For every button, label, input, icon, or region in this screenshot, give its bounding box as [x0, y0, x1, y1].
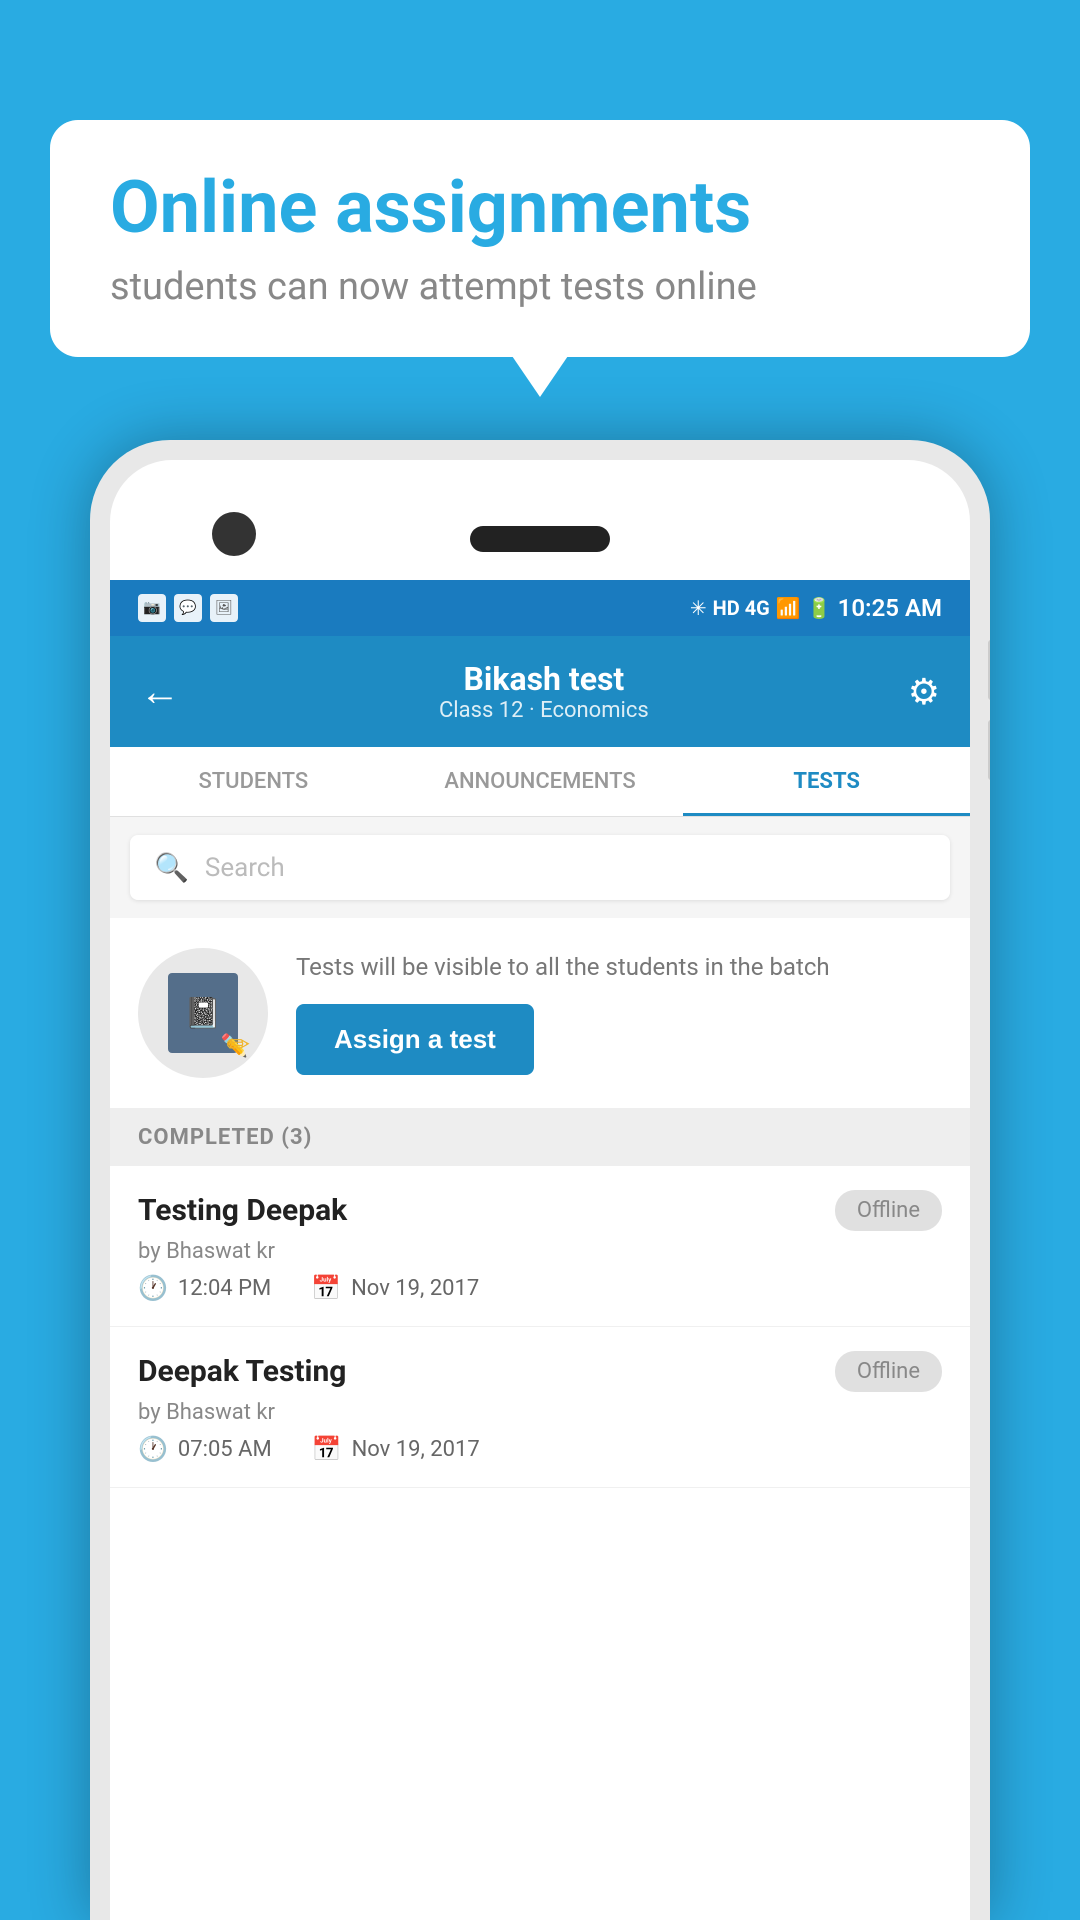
header-title: Bikash test: [180, 660, 908, 698]
assign-test-button[interactable]: Assign a test: [296, 1004, 534, 1075]
bubble-subtitle: students can now attempt tests online: [110, 265, 970, 309]
tab-announcements[interactable]: ANNOUNCEMENTS: [397, 747, 684, 816]
app-icon-3: 🖼: [210, 594, 238, 622]
status-right: ✳ HD 4G 📶 🔋 10:25 AM: [690, 594, 942, 622]
phone-frame: 📷 💬 🖼 ✳ HD 4G 📶 🔋 10:25 AM ← Bik: [90, 440, 990, 1920]
test-meta: 🕐 12:04 PM 📅 Nov 19, 2017: [138, 1274, 942, 1302]
settings-button[interactable]: ⚙: [908, 671, 940, 713]
status-bar: 📷 💬 🖼 ✳ HD 4G 📶 🔋 10:25 AM: [110, 580, 970, 636]
test-time: 🕐 07:05 AM: [138, 1435, 272, 1463]
test-icon: 📓 ✏️: [168, 973, 238, 1053]
phone-screen: 📷 💬 🖼 ✳ HD 4G 📶 🔋 10:25 AM ← Bik: [110, 460, 970, 1920]
search-placeholder: Search: [205, 853, 285, 883]
header-subtitle: Class 12 · Economics: [180, 698, 908, 723]
clock-icon: 🕐: [138, 1274, 168, 1302]
date-value: Nov 19, 2017: [351, 1276, 479, 1301]
time-value: 12:04 PM: [178, 1276, 271, 1301]
test-item[interactable]: Deepak Testing Offline by Bhaswat kr 🕐 0…: [110, 1327, 970, 1488]
date-value: Nov 19, 2017: [352, 1437, 480, 1462]
test-name: Testing Deepak: [138, 1193, 347, 1228]
network-label: HD 4G: [713, 596, 770, 620]
offline-badge: Offline: [835, 1190, 942, 1231]
test-item[interactable]: Testing Deepak Offline by Bhaswat kr 🕐 1…: [110, 1166, 970, 1327]
test-author: by Bhaswat kr: [138, 1239, 942, 1264]
test-date: 📅 Nov 19, 2017: [311, 1274, 479, 1302]
tab-students[interactable]: STUDENTS: [110, 747, 397, 816]
calendar-icon: 📅: [312, 1435, 342, 1463]
app-header: ← Bikash test Class 12 · Economics ⚙: [110, 636, 970, 747]
tab-tests[interactable]: TESTS: [683, 747, 970, 816]
speech-bubble: Online assignments students can now atte…: [50, 120, 1030, 357]
app-icon-2: 💬: [174, 594, 202, 622]
tabs: STUDENTS ANNOUNCEMENTS TESTS: [110, 747, 970, 817]
test-meta: 🕐 07:05 AM 📅 Nov 19, 2017: [138, 1435, 942, 1463]
status-time: 10:25 AM: [838, 594, 942, 622]
assign-section: 📓 ✏️ Tests will be visible to all the st…: [110, 918, 970, 1109]
completed-label: COMPLETED (3): [138, 1125, 312, 1150]
assign-description: Tests will be visible to all the student…: [296, 951, 942, 985]
test-icon-circle: 📓 ✏️: [138, 948, 268, 1078]
test-time: 🕐 12:04 PM: [138, 1274, 271, 1302]
search-icon: 🔍: [154, 851, 189, 884]
test-author: by Bhaswat kr: [138, 1400, 942, 1425]
header-title-area: Bikash test Class 12 · Economics: [180, 660, 908, 723]
volume-down-button: [988, 720, 990, 780]
status-icons: 📷 💬 🖼: [138, 594, 238, 622]
search-container: 🔍 Search: [110, 817, 970, 918]
camera: [212, 512, 256, 556]
bluetooth-icon: ✳: [690, 596, 707, 620]
calendar-icon: 📅: [311, 1274, 341, 1302]
time-value: 07:05 AM: [178, 1437, 272, 1462]
offline-badge: Offline: [835, 1351, 942, 1392]
test-item-top: Testing Deepak Offline: [138, 1190, 942, 1231]
assign-right: Tests will be visible to all the student…: [296, 951, 942, 1076]
test-item-top: Deepak Testing Offline: [138, 1351, 942, 1392]
volume-up-button: [988, 640, 990, 700]
battery-icon: 🔋: [807, 596, 832, 620]
search-bar[interactable]: 🔍 Search: [130, 835, 950, 900]
back-button[interactable]: ←: [140, 668, 180, 715]
app-icon-1: 📷: [138, 594, 166, 622]
test-name: Deepak Testing: [138, 1354, 346, 1389]
bubble-title: Online assignments: [110, 168, 970, 247]
test-date: 📅 Nov 19, 2017: [312, 1435, 480, 1463]
signal-icon: 📶: [776, 596, 801, 620]
earpiece: [470, 526, 610, 552]
clock-icon: 🕐: [138, 1435, 168, 1463]
completed-section-header: COMPLETED (3): [110, 1109, 970, 1166]
